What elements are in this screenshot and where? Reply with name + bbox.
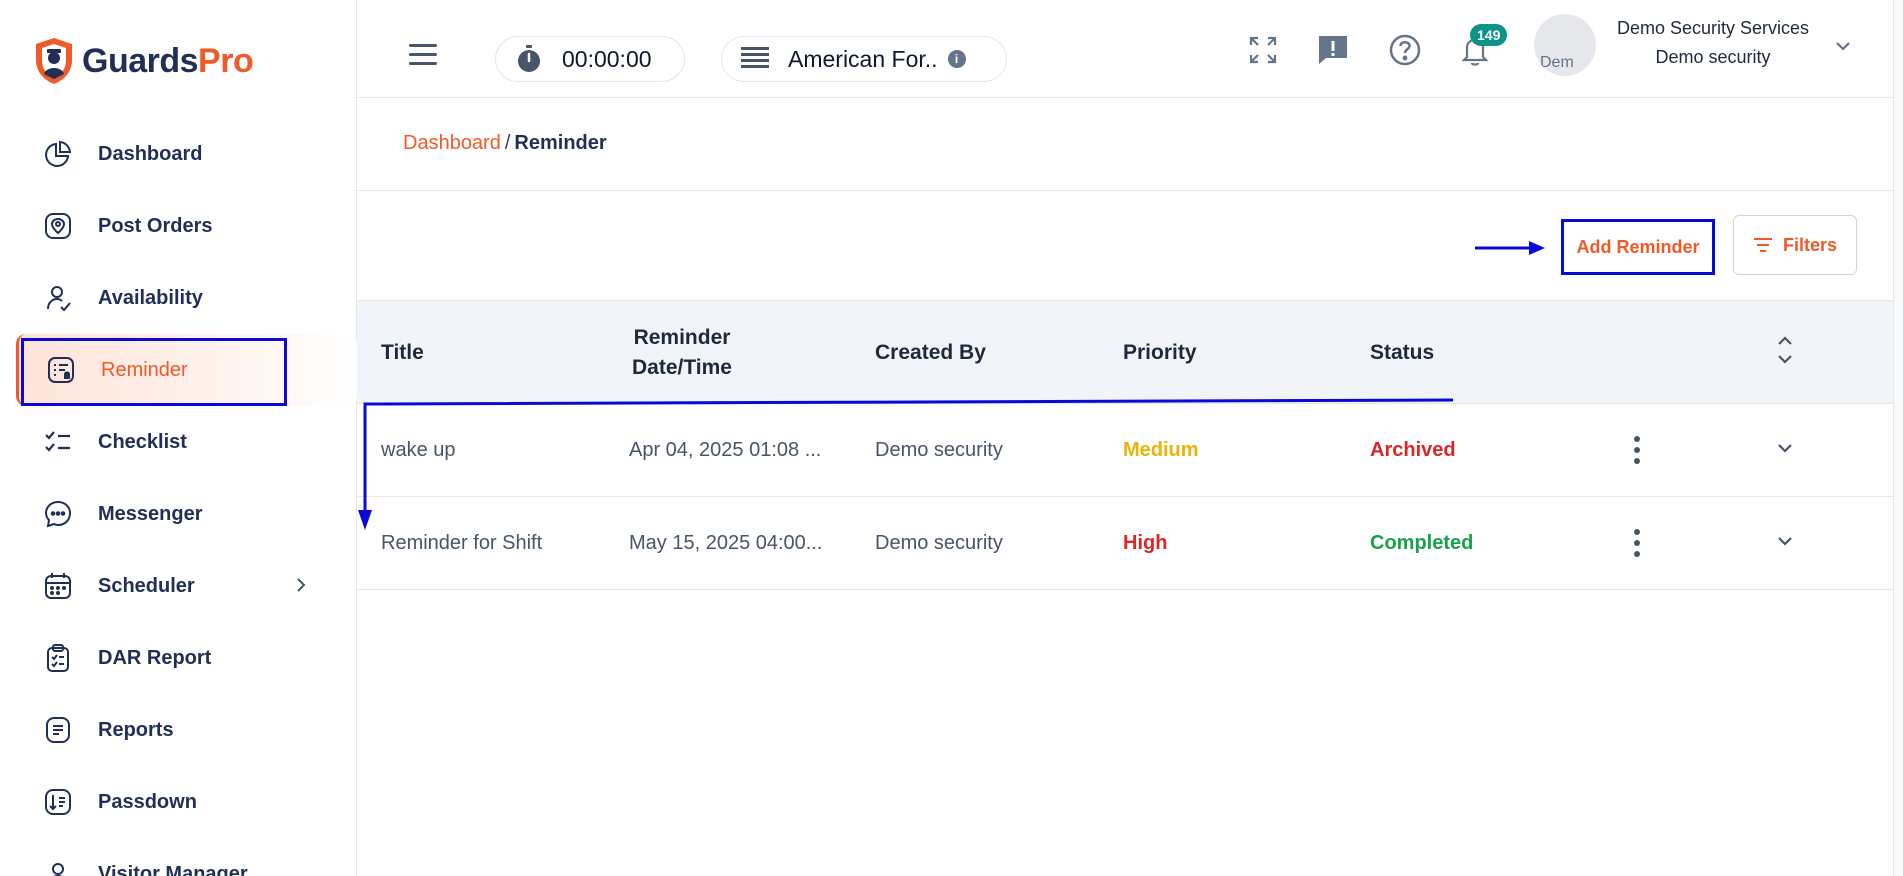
checklist-icon [42,426,74,458]
sidebar-item-label: Reminder [101,358,188,381]
avatar[interactable]: Dem [1534,14,1596,76]
brand-name: GuardsPro [82,41,254,80]
breadcrumb-home-link[interactable]: Dashboard [403,132,501,154]
table-row[interactable]: Reminder for Shift May 15, 2025 04:00...… [357,497,1893,590]
shift-timer[interactable]: 00:00:00 [495,36,685,82]
cell-created-by: Demo security [875,532,1003,554]
sort-expand-icon[interactable] [1775,333,1795,372]
shield-logo-icon [36,38,72,84]
cell-status: Completed [1370,532,1474,554]
breadcrumb-separator: / [504,132,511,154]
top-header: 00:00:00 American For.. i 149 Dem Demo S… [357,0,1903,98]
sidebar-item-label: Reports [98,718,174,741]
document-lines-icon [42,714,74,746]
sidebar-item-label: Scheduler [98,574,195,597]
clipboard-check-icon [42,642,74,674]
timer-value: 00:00:00 [562,45,652,72]
sidebar-item-reminder[interactable]: Reminder [16,334,357,406]
add-reminder-button[interactable]: Add Reminder [1561,219,1715,275]
avatar-alt-text: Dem [1540,54,1574,71]
sidebar: GuardsPro Dashboard Post Orders Availabi… [0,0,357,876]
column-header-priority[interactable]: Priority [1123,301,1197,405]
chevron-down-icon[interactable] [1775,531,1795,556]
guardspro-logo[interactable]: GuardsPro [32,36,254,86]
passdown-icon [42,786,74,818]
column-header-datetime[interactable]: Reminder Date/Time [623,301,741,405]
sidebar-item-dar-report[interactable]: DAR Report [0,622,357,694]
sidebar-item-dashboard[interactable]: Dashboard [0,118,357,190]
sidebar-item-availability[interactable]: Availability [0,262,357,334]
divider [357,190,1893,191]
user-check-icon [42,282,74,314]
sidebar-item-messenger[interactable]: Messenger [0,478,357,550]
user-company-name: Demo Security Services [1616,18,1810,38]
fullscreen-icon[interactable] [1245,32,1281,68]
calendar-icon [42,570,74,602]
chat-bubble-icon [42,498,74,530]
stopwatch-icon [518,45,540,72]
sidebar-item-reports[interactable]: Reports [0,694,357,766]
sidebar-item-label: Messenger [98,502,203,525]
sidebar-item-label: DAR Report [98,646,212,669]
cell-datetime: Apr 04, 2025 01:08 ... [629,439,822,461]
sidebar-item-label: Checklist [98,430,187,453]
kebab-menu-icon[interactable] [1627,432,1647,468]
cell-datetime: May 15, 2025 04:00... [629,532,823,554]
help-icon[interactable] [1387,32,1423,68]
kebab-menu-icon[interactable] [1627,525,1647,561]
filters-label: Filters [1782,234,1838,255]
column-header-title[interactable]: Title [381,301,424,405]
info-icon[interactable]: i [947,50,966,68]
sidebar-nav: Dashboard Post Orders Availability Remin… [0,118,357,876]
sidebar-item-checklist[interactable]: Checklist [0,406,357,478]
filter-lines-icon [1753,238,1772,252]
sidebar-item-visitor-manager[interactable]: Visitor Manager [0,838,357,876]
sidebar-item-label: Passdown [98,790,197,813]
breadcrumb: Dashboard / Reminder [403,132,607,155]
cell-created-by: Demo security [875,439,1003,461]
sidebar-item-label: Availability [98,286,203,309]
breadcrumb-current: Reminder [514,132,607,154]
sidebar-item-scheduler[interactable]: Scheduler [0,550,357,622]
annotation-arrow [1475,241,1545,255]
cell-title: wake up [381,439,456,461]
company-name: American For.. [788,45,938,72]
pie-chart-icon [42,138,74,170]
cell-status: Archived [1370,439,1456,461]
user-name: Demo security [1655,47,1771,67]
chevron-down-icon[interactable] [1833,36,1853,61]
table-row[interactable]: wake up Apr 04, 2025 01:08 ... Demo secu… [357,404,1893,497]
filters-button[interactable]: Filters [1733,215,1857,275]
hamburger-menu-icon[interactable] [409,44,437,66]
sidebar-item-label: Post Orders [98,214,213,237]
user-info[interactable]: Demo Security Services Demo security [1607,18,1819,68]
table-header: Title Reminder Date/Time Created By Prio… [357,300,1893,404]
visitor-icon [42,858,74,876]
column-header-status[interactable]: Status [1370,301,1434,405]
location-badge-icon [42,210,74,242]
scrollbar[interactable] [1893,0,1903,876]
column-header-created-by[interactable]: Created By [875,301,986,405]
cell-title: Reminder for Shift [381,532,543,554]
chevron-right-icon[interactable] [292,576,310,599]
cell-priority: High [1123,532,1168,554]
company-selector[interactable]: American For.. i [721,36,1007,82]
chevron-down-icon[interactable] [1775,438,1795,463]
sidebar-item-passdown[interactable]: Passdown [0,766,357,838]
sidebar-item-label: Visitor Manager [98,862,248,876]
reminder-list-icon [45,354,77,386]
sidebar-item-post-orders[interactable]: Post Orders [0,190,357,262]
notification-count-badge: 149 [1470,24,1508,46]
feedback-icon[interactable] [1315,32,1351,68]
sidebar-item-label: Dashboard [98,142,203,165]
main-content: Dashboard / Reminder Add Reminder Filters … [357,98,1903,876]
cell-priority: Medium [1123,439,1199,461]
building-list-icon [741,47,769,68]
